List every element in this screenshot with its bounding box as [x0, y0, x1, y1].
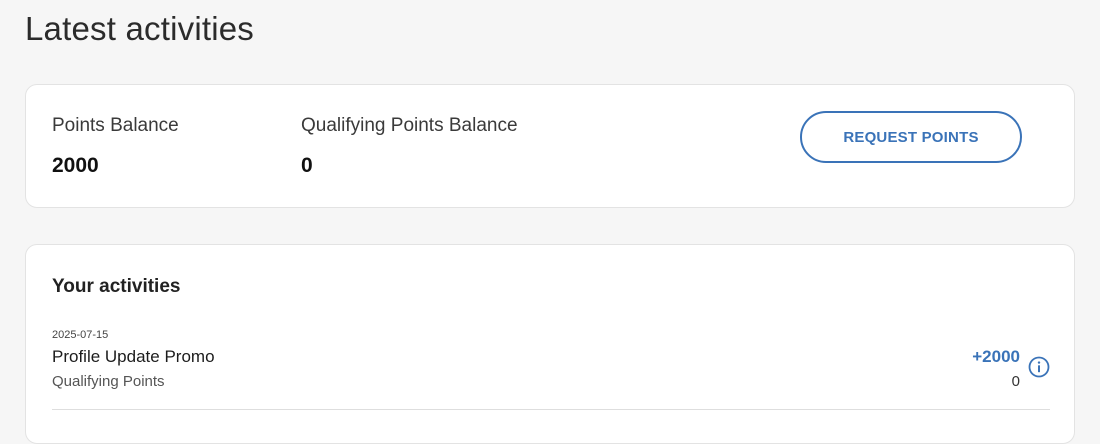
activity-qualifying-points: 0 — [1011, 373, 1020, 390]
points-balance-label: Points Balance — [52, 115, 179, 136]
activities-card: Your activities 2025-07-15 Profile Updat… — [25, 244, 1075, 444]
qualifying-balance-label: Qualifying Points Balance — [301, 115, 518, 136]
qualifying-balance-value: 0 — [301, 154, 313, 177]
activity-type: Qualifying Points — [52, 373, 165, 390]
balance-card: Points Balance 2000 Qualifying Points Ba… — [25, 84, 1075, 208]
activity-points: +2000 — [972, 347, 1020, 366]
points-balance: Points Balance 2000 — [52, 115, 179, 178]
activity-name: Profile Update Promo — [52, 347, 215, 366]
activities-title: Your activities — [52, 276, 181, 297]
points-balance-value: 2000 — [52, 154, 99, 177]
info-icon[interactable] — [1028, 356, 1050, 378]
qualifying-points-balance: Qualifying Points Balance 0 — [301, 115, 518, 178]
activity-date: 2025-07-15 — [52, 329, 109, 341]
activity-row: 2025-07-15 Profile Update Promo Qualifyi… — [52, 329, 1050, 410]
page-title: Latest activities — [25, 10, 255, 47]
request-points-button[interactable]: REQUEST POINTS — [800, 111, 1022, 163]
